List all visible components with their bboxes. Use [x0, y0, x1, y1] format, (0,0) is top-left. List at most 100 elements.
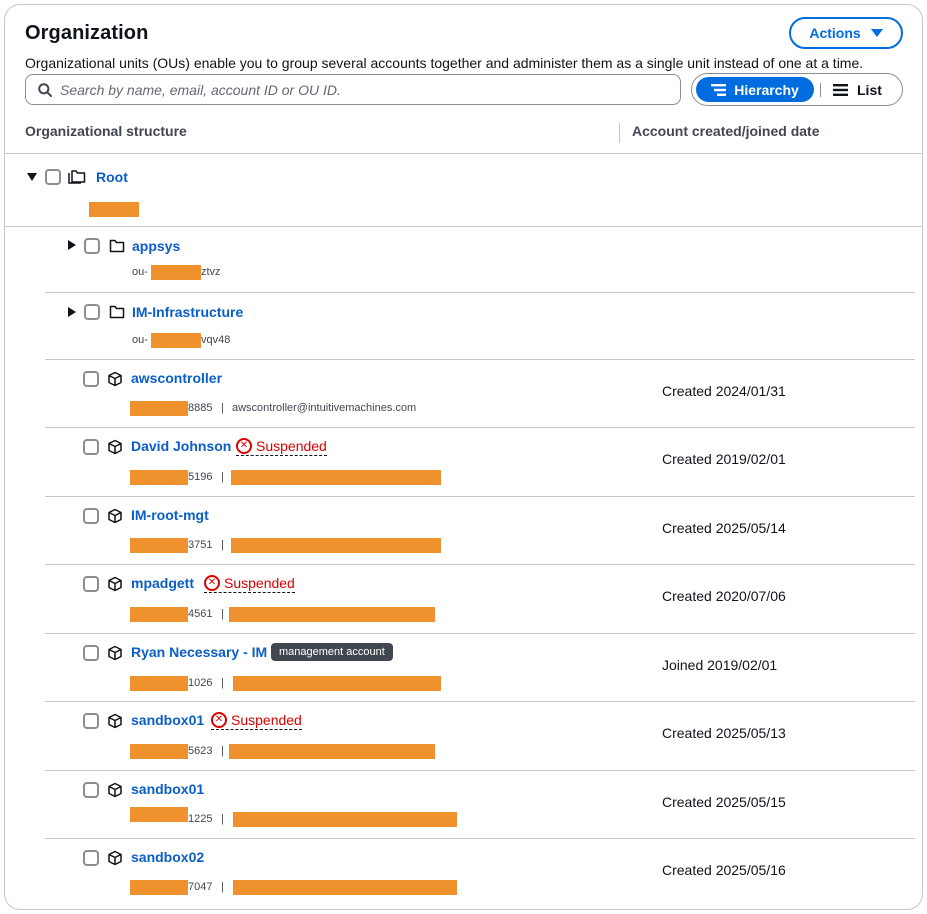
hierarchy-toggle-button[interactable]: Hierarchy — [696, 77, 814, 102]
account-email: awscontroller@intuitivemachines.com — [232, 402, 417, 414]
account-id-suffix: 1026 — [188, 677, 213, 689]
redacted-account-id — [130, 676, 188, 691]
account-name-link[interactable]: Ryan Necessary - IM — [131, 644, 267, 660]
account-date: Created 2019/02/01 — [662, 451, 786, 467]
row-checkbox[interactable] — [45, 169, 61, 185]
account-cube-icon — [108, 850, 122, 866]
list-toggle-button[interactable]: List — [833, 82, 882, 98]
row-divider — [5, 226, 922, 227]
account-cube-icon — [108, 645, 122, 661]
column-header-date[interactable]: Account created/joined date — [632, 123, 819, 139]
account-cube-icon — [108, 713, 122, 729]
actions-button[interactable]: Actions — [789, 17, 903, 49]
field-separator: | — [221, 539, 224, 551]
status-badge[interactable]: ✕ Suspended — [236, 438, 327, 456]
field-separator: | — [221, 471, 224, 483]
row-divider — [45, 770, 915, 771]
account-name-link[interactable]: awscontroller — [131, 370, 222, 386]
account-name-link[interactable]: sandbox01 — [131, 781, 204, 797]
row-divider — [45, 292, 915, 293]
account-date: Created 2025/05/16 — [662, 862, 786, 878]
redacted-email — [229, 744, 435, 759]
expand-caret-icon[interactable] — [27, 173, 37, 181]
redacted-account-id — [130, 538, 188, 553]
row-checkbox[interactable] — [83, 576, 99, 592]
hierarchy-label: Hierarchy — [734, 81, 799, 98]
row-divider — [45, 838, 915, 839]
root-name-link[interactable]: Root — [96, 169, 128, 185]
account-id-suffix: 8885 — [188, 402, 213, 414]
account-id-suffix: 5196 — [188, 471, 213, 483]
account-date: Created 2025/05/14 — [662, 520, 786, 536]
folders-icon — [68, 170, 86, 184]
account-id-suffix: 5623 — [188, 745, 213, 757]
management-account-badge: management account — [271, 643, 393, 661]
redacted-account-id — [130, 470, 188, 485]
page-title: Organization — [25, 22, 149, 44]
search-input[interactable] — [60, 81, 660, 98]
folder-icon — [109, 305, 125, 319]
account-name-link[interactable]: sandbox01 — [131, 712, 204, 728]
expand-caret-icon[interactable] — [68, 307, 76, 317]
field-separator: | — [221, 881, 224, 893]
row-checkbox[interactable] — [83, 645, 99, 661]
search-field[interactable] — [25, 74, 681, 105]
account-date: Joined 2019/02/01 — [662, 657, 778, 673]
account-name-link[interactable]: mpadgett — [131, 575, 194, 591]
redacted-email — [233, 676, 441, 691]
row-divider — [45, 701, 915, 702]
row-checkbox[interactable] — [83, 439, 99, 455]
redacted-email — [231, 538, 441, 553]
redacted-email — [229, 607, 435, 622]
folder-icon — [109, 239, 125, 253]
row-divider — [45, 427, 915, 428]
account-date: Created 2024/01/31 — [662, 383, 786, 399]
x-circle-icon: ✕ — [204, 575, 220, 591]
ou-id-prefix: ou- — [132, 334, 148, 346]
row-checkbox[interactable] — [83, 713, 99, 729]
account-cube-icon — [108, 576, 122, 592]
x-circle-icon: ✕ — [236, 438, 252, 454]
page-description: Organizational units (OUs) enable you to… — [25, 55, 864, 71]
caret-down-icon — [870, 29, 883, 37]
column-divider — [619, 123, 620, 143]
account-date: Created 2020/07/06 — [662, 588, 786, 604]
row-checkbox[interactable] — [84, 238, 100, 254]
account-id-suffix: 3751 — [188, 539, 213, 551]
organization-panel: Organization Organizational units (OUs) … — [4, 4, 923, 910]
status-badge[interactable]: ✕ Suspended — [211, 712, 302, 730]
account-cube-icon — [108, 508, 122, 524]
field-separator: | — [221, 745, 224, 757]
status-badge[interactable]: ✕ Suspended — [204, 575, 295, 593]
ou-name-link[interactable]: IM-Infrastructure — [132, 304, 243, 320]
status-text: Suspended — [231, 712, 302, 728]
expand-caret-icon[interactable] — [68, 240, 76, 250]
header-divider — [5, 153, 922, 154]
account-cube-icon — [108, 439, 122, 455]
row-checkbox[interactable] — [83, 508, 99, 524]
list-label: List — [857, 81, 882, 98]
row-checkbox[interactable] — [83, 782, 99, 798]
field-separator: | — [221, 677, 224, 689]
ou-id-suffix: ztvz — [201, 266, 221, 278]
row-divider — [45, 564, 915, 565]
account-date: Created 2025/05/13 — [662, 725, 786, 741]
account-name-link[interactable]: David Johnson — [131, 438, 231, 454]
account-cube-icon — [108, 371, 122, 387]
account-name-link[interactable]: sandbox02 — [131, 849, 204, 865]
row-checkbox[interactable] — [83, 850, 99, 866]
view-toggle: Hierarchy List — [691, 73, 903, 106]
ou-id-suffix: vqv48 — [201, 334, 231, 346]
row-checkbox[interactable] — [83, 371, 99, 387]
row-divider — [45, 633, 915, 634]
account-id-suffix: 4561 — [188, 608, 213, 620]
row-checkbox[interactable] — [84, 304, 100, 320]
row-divider — [45, 496, 915, 497]
ou-name-link[interactable]: appsys — [132, 238, 180, 254]
account-name-link[interactable]: IM-root-mgt — [131, 507, 209, 523]
redacted-account-id — [130, 744, 188, 759]
list-icon — [833, 83, 848, 96]
account-date: Created 2025/05/15 — [662, 794, 786, 810]
account-id-suffix: 1225 — [188, 813, 213, 825]
column-header-structure[interactable]: Organizational structure — [25, 123, 187, 139]
